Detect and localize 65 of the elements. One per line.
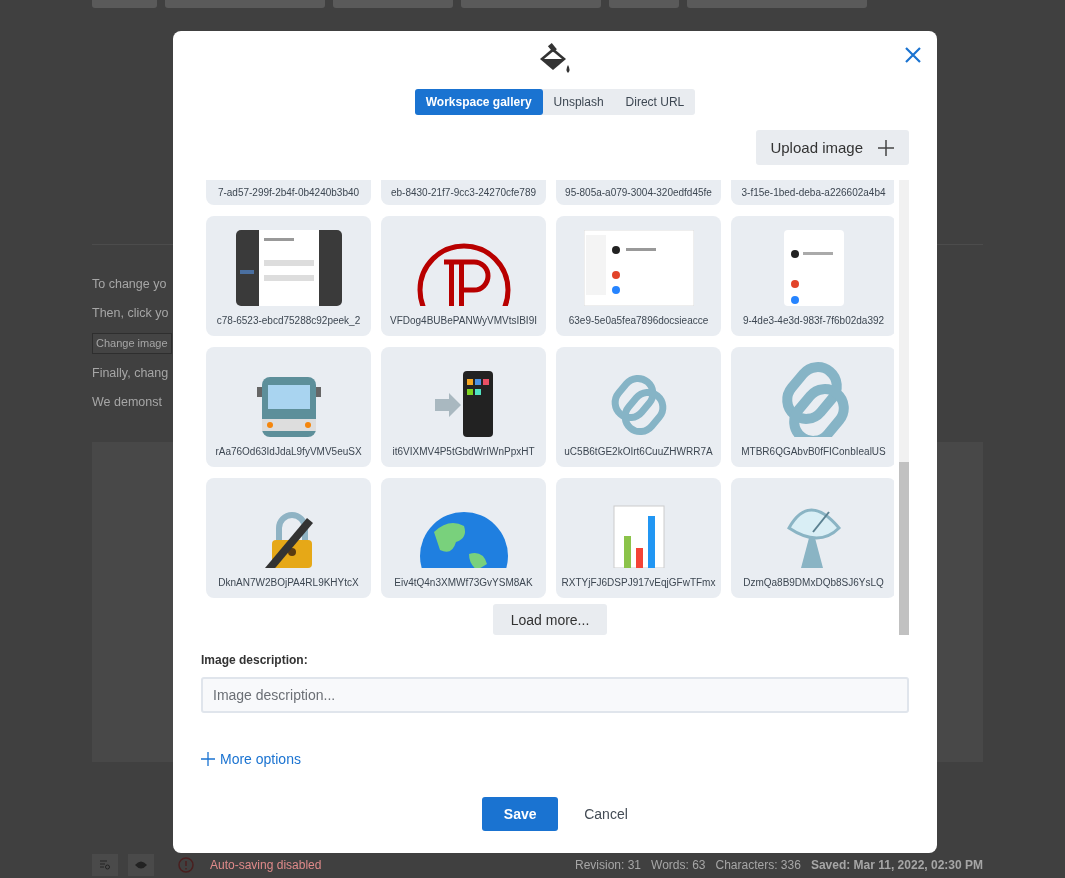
field-label: Image description: xyxy=(201,653,308,667)
status-message: Auto-saving disabled xyxy=(210,858,322,872)
plus-icon xyxy=(201,752,215,766)
file-name: 63e9-5e0a5fea7896docsieacce xyxy=(568,314,709,328)
file-name: DzmQa8B9DMxDQb8SJ6YsLQ xyxy=(743,576,884,590)
scrollbar-thumb[interactable] xyxy=(899,462,909,635)
toolbar-button[interactable] xyxy=(92,0,157,8)
find-icon[interactable] xyxy=(92,854,118,876)
upload-image-button[interactable]: Upload image xyxy=(756,130,909,165)
paragraph: To change yo xyxy=(92,276,167,293)
file-name: 9-4de3-4e3d-983f-7f6b02da392 xyxy=(742,314,885,328)
gallery-card[interactable]: 95-805a-a079-3004-320edfd45fe xyxy=(556,180,721,205)
file-name: eb-8430-21f7-9cc3-24270cfe789 xyxy=(390,186,537,200)
cancel-button[interactable]: Cancel xyxy=(584,797,628,831)
eye-icon[interactable] xyxy=(128,854,154,876)
alert-icon xyxy=(178,857,194,873)
save-button[interactable]: Save xyxy=(482,797,559,831)
file-name: it6VIXMV4P5tGbdWrIWnPpxHT xyxy=(392,445,535,459)
gallery-card[interactable]: c78-6523-ebcd75288c92peek_2 xyxy=(206,216,371,336)
toolbar-button[interactable] xyxy=(609,0,679,8)
file-name: 95-805a-a079-3004-320edfd45fe xyxy=(565,186,712,200)
character-count: Characters: 336 xyxy=(715,858,801,872)
file-name: c78-6523-ebcd75288c92peek_2 xyxy=(216,314,361,328)
gallery-card[interactable]: 9-4de3-4e3d-983f-7f6b02da392 xyxy=(731,216,894,336)
gallery-card[interactable]: 63e9-5e0a5fea7896docsieacce xyxy=(556,216,721,336)
description-field[interactable]: Image description... xyxy=(201,677,909,713)
toolbar-button[interactable] xyxy=(333,0,453,8)
word-count: Words: 63 xyxy=(651,858,706,872)
change-image-button[interactable]: Change image xyxy=(92,333,172,354)
gallery-card[interactable]: 3-f15e-1bed-deba-a226602a4b4 xyxy=(731,180,894,205)
load-more-button[interactable]: Load more... xyxy=(493,604,607,635)
paragraph: Then, click yo xyxy=(92,305,169,322)
scrollbar[interactable] xyxy=(899,180,909,635)
paragraph: Finally, chang xyxy=(92,365,169,382)
gallery-card[interactable]: Eiv4tQ4n3XMWf73GvYSM8AK xyxy=(381,478,546,598)
file-name: 3-f15e-1bed-deba-a226602a4b4 xyxy=(741,186,886,200)
gallery-card[interactable]: MTBR6QGAbvB0fFIConbIealUS xyxy=(731,347,894,467)
gallery-card[interactable]: rAa76Od63IdJdaL9fyVMV5euSX xyxy=(206,347,371,467)
file-name: uC5B6tGE2kOIrt6CuuZHWRR7A xyxy=(564,445,713,459)
gallery-card[interactable]: uC5B6tGE2kOIrt6CuuZHWRR7A xyxy=(556,347,721,467)
gallery-card[interactable]: RXTYjFJ6DSPJ917vEqjGFwTFmx xyxy=(556,478,721,598)
gallery-card[interactable]: eb-8430-21f7-9cc3-24270cfe789 xyxy=(381,180,546,205)
gallery-card[interactable]: DknAN7W2BOjPA4RL9KHYtcX xyxy=(206,478,371,598)
tab[interactable]: Unsplash xyxy=(542,89,615,115)
toolbar-button[interactable] xyxy=(461,0,601,8)
plus-icon xyxy=(877,138,895,157)
file-name: RXTYjFJ6DSPJ917vEqjGFwTFmx xyxy=(561,576,716,590)
file-name: 7-ad57-299f-2b4f-0b4240b3b40 xyxy=(217,186,360,200)
file-name: Eiv4tQ4n3XMWf73GvYSM8AK xyxy=(394,576,533,590)
toolbar-button[interactable] xyxy=(687,0,867,8)
gallery-card[interactable]: DzmQa8B9DMxDQb8SJ6YsLQ xyxy=(731,478,894,598)
file-name: VFDog4BUBePANWyVMVtsIBI9I xyxy=(390,314,537,328)
gallery-card[interactable]: it6VIXMV4P5tGbdWrIWnPpxHT xyxy=(381,347,546,467)
gallery-card[interactable]: 7-ad57-299f-2b4f-0b4240b3b40 xyxy=(206,180,371,205)
file-name: DknAN7W2BOjPA4RL9KHYtcX xyxy=(218,576,359,590)
tab[interactable]: Workspace gallery xyxy=(414,89,543,115)
more-options-link[interactable]: More options xyxy=(201,751,301,767)
gallery-card[interactable]: VFDog4BUBePANWyVMVtsIBI9I xyxy=(381,216,546,336)
toolbar-button[interactable] xyxy=(165,0,325,8)
revision-count: Revision: 31 xyxy=(575,858,642,872)
saved-time: Saved: Mar 11, 2022, 02:30 PM xyxy=(810,858,983,872)
file-name: MTBR6QGAbvB0fFIConbIealUS xyxy=(741,445,886,459)
paragraph: We demonst xyxy=(92,394,162,411)
file-name: rAa76Od63IdJdaL9fyVMV5euSX xyxy=(215,445,362,459)
tab[interactable]: Direct URL xyxy=(614,89,696,115)
